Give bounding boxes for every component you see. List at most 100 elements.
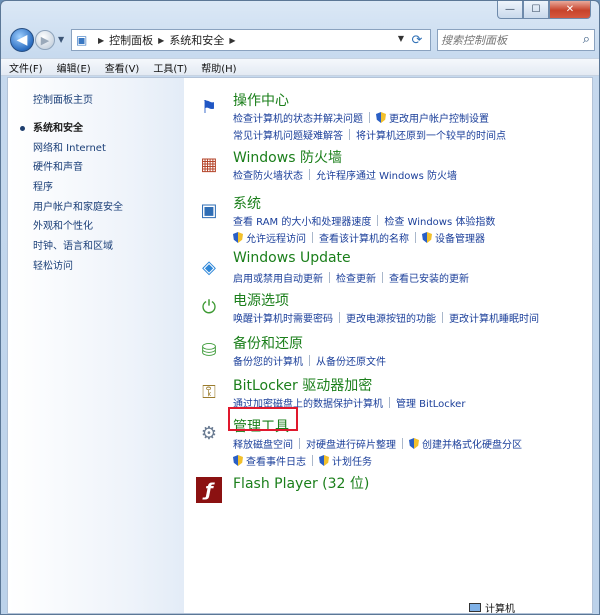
menu-help[interactable]: 帮助(H) (201, 60, 236, 75)
category-title[interactable]: 电源选项 (233, 290, 289, 310)
category-link[interactable]: 允许远程访问 (246, 230, 306, 245)
menu-view[interactable]: 查看(V) (105, 60, 140, 75)
category-title[interactable]: Windows 防火墙 (233, 147, 342, 167)
breadcrumb-control-panel[interactable]: 控制面板 (109, 32, 153, 48)
sidebar-item[interactable]: 用户帐户和家庭安全 (33, 198, 123, 218)
uac-shield-icon (233, 455, 243, 466)
category: ⚿ BitLocker 驱动器加密 通过加密磁盘上的数据保护计算机 管理 BitLoc… (196, 375, 586, 416)
category-title[interactable]: 备份和还原 (233, 333, 303, 353)
link-separator (299, 438, 300, 449)
category-link[interactable]: 检查防火墙状态 (233, 167, 303, 182)
category-link[interactable]: 启用或禁用自动更新 (233, 270, 323, 285)
category-link[interactable]: 管理 BitLocker (396, 395, 465, 410)
sidebar-item-label: 轻松访问 (33, 260, 73, 272)
category-link[interactable]: 允许程序通过 Windows 防火墙 (316, 167, 457, 182)
category-link[interactable]: 更改计算机睡眠时间 (449, 310, 539, 325)
current-bullet-icon (20, 126, 25, 131)
category-link[interactable]: 创建并格式化硬盘分区 (422, 436, 522, 451)
category-link-row: 启用或禁用自动更新 检查更新 查看已安装的更新 (233, 270, 469, 285)
minimize-button[interactable]: — (497, 1, 523, 19)
breadcrumb-system-security[interactable]: 系统和安全 (169, 32, 224, 48)
category-link[interactable]: 对硬盘进行碎片整理 (306, 436, 396, 451)
sidebar-item-label: 外观和个性化 (33, 221, 93, 233)
maximize-button[interactable]: ☐ (523, 1, 549, 19)
taskbar-computer[interactable]: 计算机 (469, 600, 594, 614)
category-link-row: 常见计算机问题疑难解答 将计算机还原到一个较早的时间点 (233, 127, 506, 142)
category-link[interactable]: 查看 RAM 的大小和处理器速度 (233, 213, 371, 228)
sidebar-item[interactable]: 时钟、语言和区域 (33, 237, 123, 257)
sidebar-item[interactable]: 轻松访问 (33, 257, 123, 277)
flash-player-icon[interactable]: ƒ (196, 477, 222, 503)
search-box[interactable]: ⌕ (437, 29, 595, 51)
address-dropdown-icon[interactable]: ▼ (398, 34, 404, 43)
power-options-icon[interactable]: ⏻ (196, 294, 222, 320)
category-link[interactable]: 释放磁盘空间 (233, 436, 293, 451)
category-link[interactable]: 查看已安装的更新 (389, 270, 469, 285)
category-title[interactable]: Windows Update (233, 250, 351, 266)
uac-shield-icon (233, 232, 243, 243)
category-link[interactable]: 从备份还原文件 (316, 353, 386, 368)
category-link[interactable]: 唤醒计算机时需要密码 (233, 310, 333, 325)
back-button[interactable]: ◀ (10, 28, 34, 52)
forward-button[interactable]: ▶ (35, 30, 55, 50)
search-input[interactable] (441, 33, 571, 47)
link-separator (382, 272, 383, 283)
menu-tools[interactable]: 工具(T) (153, 60, 187, 75)
admin-tools-icon[interactable]: ⚙ (196, 420, 222, 446)
windows-update-icon[interactable]: ◈ (196, 254, 222, 280)
history-dropdown-icon[interactable]: ▼ (58, 35, 64, 44)
category-link[interactable]: 计划任务 (332, 453, 372, 468)
category-link[interactable]: 检查 Windows 体验指数 (384, 213, 495, 228)
sidebar-item[interactable]: 网络和 Internet (33, 139, 123, 159)
category-link[interactable]: 更改用户帐户控制设置 (389, 110, 489, 125)
link-separator (309, 355, 310, 366)
bitlocker-icon[interactable]: ⚿ (196, 379, 222, 405)
flag-icon[interactable]: ⚑ (196, 94, 222, 120)
category-link-row: 释放磁盘空间 对硬盘进行碎片整理 创建并格式化硬盘分区 (233, 436, 522, 451)
link-separator (415, 232, 416, 243)
category-link[interactable]: 通过加密磁盘上的数据保护计算机 (233, 395, 383, 410)
category: ▣ 系统 查看 RAM 的大小和处理器速度 检查 Windows 体验指数允许远程访问… (196, 193, 586, 250)
category-link[interactable]: 检查更新 (336, 270, 376, 285)
category-link[interactable]: 查看该计算机的名称 (319, 230, 409, 245)
category-link[interactable]: 将计算机还原到一个较早的时间点 (356, 127, 506, 142)
backup-icon[interactable]: ⛁ (196, 337, 222, 363)
menu-file[interactable]: 文件(F) (9, 60, 43, 75)
sidebar-item[interactable]: 外观和个性化 (33, 217, 123, 237)
sidebar-item-label: 网络和 Internet (33, 142, 106, 154)
sidebar-item-label: 用户帐户和家庭安全 (33, 201, 123, 213)
sidebar-home-link[interactable]: 控制面板主页 (33, 91, 93, 106)
menu-edit[interactable]: 编辑(E) (57, 60, 91, 75)
address-bar[interactable]: ▣ ▶ 控制面板 ▶ 系统和安全 ▶ ▼ ⟳ (71, 29, 431, 51)
category-title[interactable]: 管理工具 (233, 416, 289, 436)
chevron-right-icon[interactable]: ▶ (229, 36, 235, 45)
category-title[interactable]: 操作中心 (233, 90, 289, 110)
sidebar-item[interactable]: 硬件和声音 (33, 158, 123, 178)
category-link-row: 查看事件日志 计划任务 (233, 453, 372, 468)
category-title[interactable]: 系统 (233, 193, 261, 213)
category-link[interactable]: 常见计算机问题疑难解答 (233, 127, 343, 142)
control-panel-icon: ▣ (76, 33, 88, 47)
firewall-icon[interactable]: ▦ (196, 151, 222, 177)
category-link[interactable]: 检查计算机的状态并解决问题 (233, 110, 363, 125)
category-link[interactable]: 查看事件日志 (246, 453, 306, 468)
chevron-right-icon[interactable]: ▶ (158, 36, 164, 45)
sidebar-item[interactable]: 程序 (33, 178, 123, 198)
category-link-row: 唤醒计算机时需要密码 更改电源按钮的功能 更改计算机睡眠时间 (233, 310, 539, 325)
category-link-row: 通过加密磁盘上的数据保护计算机 管理 BitLocker (233, 395, 465, 410)
refresh-icon[interactable]: ⟳ (408, 31, 426, 49)
uac-shield-icon (376, 112, 386, 123)
category-link[interactable]: 更改电源按钮的功能 (346, 310, 436, 325)
category-title[interactable]: Flash Player (32 位) (233, 473, 369, 493)
close-button[interactable]: ✕ (549, 1, 591, 19)
category-link[interactable]: 备份您的计算机 (233, 353, 303, 368)
chevron-right-icon[interactable]: ▶ (98, 36, 104, 45)
search-icon[interactable]: ⌕ (583, 32, 590, 47)
category-link-row: 检查防火墙状态 允许程序通过 Windows 防火墙 (233, 167, 457, 182)
category-link[interactable]: 设备管理器 (435, 230, 485, 245)
category-title[interactable]: BitLocker 驱动器加密 (233, 375, 372, 395)
link-separator (402, 438, 403, 449)
navigation-row: ◀ ▶ ▼ ▣ ▶ 控制面板 ▶ 系统和安全 ▶ ▼ ⟳ ⌕ (1, 23, 599, 57)
category-link-row: 备份您的计算机 从备份还原文件 (233, 353, 386, 368)
system-icon[interactable]: ▣ (196, 197, 222, 223)
